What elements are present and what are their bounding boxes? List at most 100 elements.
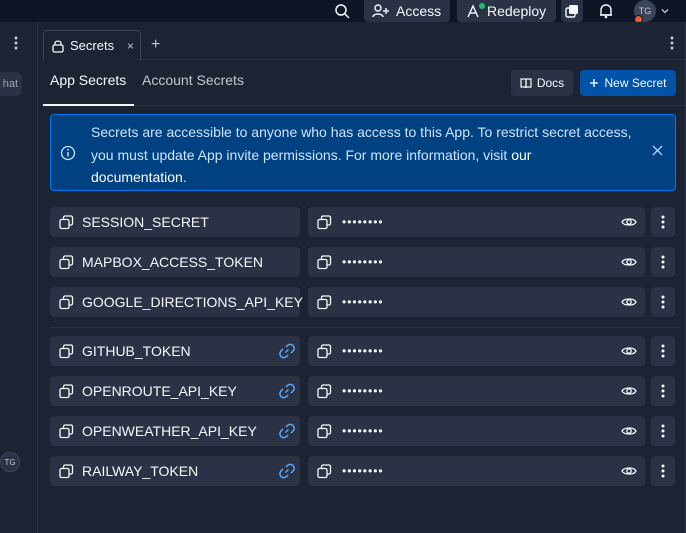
reveal-value-button[interactable]: [621, 345, 637, 357]
reveal-value-button[interactable]: [621, 296, 637, 308]
copy-value-button[interactable]: [317, 214, 332, 230]
secret-row: OPENWEATHER_API_KEY ••••••••: [50, 416, 680, 446]
account-menu[interactable]: TG: [634, 0, 674, 24]
row-menu-button[interactable]: [651, 207, 675, 237]
copy-value-button[interactable]: [317, 254, 332, 270]
pane-menu-button[interactable]: [14, 36, 18, 53]
secret-key: MAPBOX_ACCESS_TOKEN: [82, 254, 264, 270]
copy-icon: [59, 254, 74, 269]
row-menu-button[interactable]: [651, 416, 675, 446]
reveal-value-button[interactable]: [621, 256, 637, 268]
masked-value: ••••••••: [342, 384, 384, 398]
close-icon: [652, 145, 663, 156]
masked-value: ••••••••: [342, 424, 384, 438]
copy-value-button[interactable]: [317, 423, 332, 439]
secret-key-cell: RAILWAY_TOKEN: [50, 456, 300, 486]
link-icon: [279, 423, 295, 439]
docs-button[interactable]: Docs: [511, 70, 573, 96]
eye-icon: [621, 387, 637, 395]
masked-value: ••••••••: [342, 464, 384, 478]
copy-key-button[interactable]: [59, 343, 74, 359]
link-icon: [279, 343, 295, 359]
search-button[interactable]: [333, 0, 351, 22]
kebab-icon: [661, 464, 665, 478]
copy-icon: [59, 294, 74, 309]
secret-key-cell: OPENWEATHER_API_KEY: [50, 416, 300, 446]
secret-key-cell: GOOGLE_DIRECTIONS_API_KEY: [50, 287, 303, 317]
copy-key-button[interactable]: [59, 254, 74, 270]
dismiss-banner-button[interactable]: [652, 143, 663, 161]
kebab-icon: [661, 215, 665, 229]
tab-account-secrets[interactable]: Account Secrets: [142, 72, 244, 88]
avatar: TG: [634, 0, 656, 24]
copy-key-button[interactable]: [59, 214, 74, 230]
eye-icon: [621, 427, 637, 435]
copy-icon: [59, 343, 74, 358]
tab-secrets[interactable]: Secrets ×: [43, 30, 141, 60]
copy-button[interactable]: [561, 0, 583, 22]
chat-tab[interactable]: hat: [0, 72, 22, 96]
copy-value-button[interactable]: [317, 343, 332, 359]
info-icon: [60, 145, 76, 166]
copy-key-button[interactable]: [59, 463, 74, 479]
secret-value-cell: ••••••••: [308, 287, 645, 317]
masked-value: ••••••••: [342, 295, 384, 309]
deploy-icon: [465, 3, 485, 19]
copy-icon: [59, 423, 74, 438]
banner-text-end: .: [182, 169, 187, 185]
redeploy-button[interactable]: Redeploy: [457, 0, 556, 22]
linked-secret-button[interactable]: [278, 382, 296, 400]
secret-row: GOOGLE_DIRECTIONS_API_KEY ••••••••: [50, 287, 680, 317]
linked-secret-button[interactable]: [278, 462, 296, 480]
access-button[interactable]: Access: [364, 0, 450, 22]
reveal-value-button[interactable]: [621, 425, 637, 437]
secret-value-cell: ••••••••: [308, 336, 645, 366]
tab-app-secrets[interactable]: App Secrets: [50, 72, 126, 88]
masked-value: ••••••••: [342, 215, 384, 229]
row-menu-button[interactable]: [651, 336, 675, 366]
reveal-value-button[interactable]: [621, 385, 637, 397]
banner-text: Secrets are accessible to anyone who has…: [91, 124, 632, 163]
copy-icon: [317, 254, 332, 269]
reveal-value-button[interactable]: [621, 216, 637, 228]
eye-icon: [621, 347, 637, 355]
row-menu-button[interactable]: [651, 456, 675, 486]
documentation-link-our[interactable]: our: [511, 147, 531, 163]
copy-value-button[interactable]: [317, 294, 332, 310]
row-menu-button[interactable]: [651, 247, 675, 277]
row-menu-button[interactable]: [651, 376, 675, 406]
tab-menu-button[interactable]: [670, 36, 674, 53]
kebab-icon: [670, 36, 674, 50]
documentation-link[interactable]: documentation: [91, 169, 183, 185]
link-icon: [279, 463, 295, 479]
secret-value-cell: ••••••••: [308, 456, 645, 486]
secret-key-cell: OPENROUTE_API_KEY: [50, 376, 300, 406]
close-tab-button[interactable]: ×: [127, 39, 134, 53]
top-bar: Access Redeploy TG: [0, 0, 686, 24]
new-secret-button[interactable]: New Secret: [580, 70, 676, 96]
add-tab-button[interactable]: +: [151, 36, 160, 54]
left-pane: hat TG: [0, 22, 38, 533]
secret-key: GITHUB_TOKEN: [82, 343, 191, 359]
section-divider: [50, 327, 680, 328]
copy-key-button[interactable]: [59, 383, 74, 399]
copy-icon: [59, 214, 74, 229]
reveal-value-button[interactable]: [621, 465, 637, 477]
linked-secret-button[interactable]: [278, 422, 296, 440]
copy-key-button[interactable]: [59, 294, 74, 310]
copy-icon: [317, 383, 332, 398]
secret-key-cell: MAPBOX_ACCESS_TOKEN: [50, 247, 300, 277]
avatar[interactable]: TG: [0, 452, 20, 472]
notifications-button[interactable]: [596, 0, 616, 22]
kebab-icon: [661, 384, 665, 398]
secret-key: GOOGLE_DIRECTIONS_API_KEY: [82, 294, 303, 310]
secrets-panel: Secrets × + App Secrets Account Secrets …: [43, 22, 686, 533]
copy-value-button[interactable]: [317, 383, 332, 399]
copy-value-button[interactable]: [317, 463, 332, 479]
row-menu-button[interactable]: [651, 287, 675, 317]
copy-key-button[interactable]: [59, 423, 74, 439]
bell-icon: [600, 4, 612, 19]
secrets-subtabs: App Secrets Account Secrets Docs New Sec…: [43, 60, 686, 106]
linked-secret-button[interactable]: [278, 342, 296, 360]
link-icon: [279, 383, 295, 399]
